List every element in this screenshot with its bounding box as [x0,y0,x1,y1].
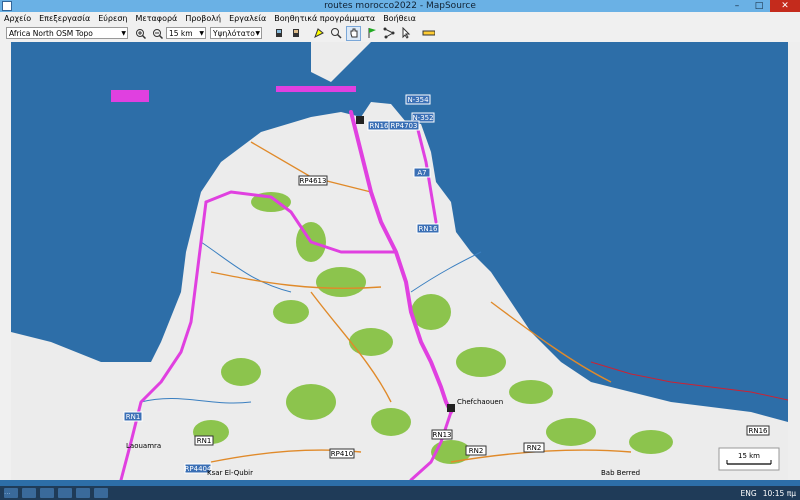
taskbar-app-icon[interactable] [22,488,36,498]
map-view[interactable]: N-354 N-352 RN16 RP4703 RP4613 A7 RN16 R… [11,42,788,480]
receive-from-device-icon[interactable] [272,27,285,40]
road-shield: RN2 [465,445,487,456]
road-shield: RP410 [329,448,355,459]
toolbar: Africa North OSM Topo ▼ 15 km ▼ Υψηλότατ… [0,24,800,43]
left-panel-edge [0,42,11,480]
svg-text:RN1: RN1 [126,413,141,421]
svg-text:RN16: RN16 [418,225,438,233]
map-product-value: Africa North OSM Topo [9,29,93,38]
taskbar-app-icon[interactable] [94,488,108,498]
road-shield: RN1 [194,435,214,446]
menu-bar: Αρχείο Επεξεργασία Εύρεση Μεταφορά Προβο… [0,12,800,24]
road-shield: N-354 [405,94,431,105]
waypoint-flag-icon[interactable] [447,404,455,412]
svg-text:RN13: RN13 [432,431,451,439]
clock[interactable]: 10:15 πμ [763,489,796,498]
vertical-scrollbar[interactable] [788,42,800,480]
taskbar-app-icon[interactable] [58,488,72,498]
menu-transfer[interactable]: Μεταφορά [131,14,181,23]
menu-find[interactable]: Εύρεση [94,14,131,23]
svg-text:15 km: 15 km [738,452,760,460]
chevron-down-icon: ▼ [255,30,260,37]
map-product-select[interactable]: Africa North OSM Topo ▼ [6,27,128,39]
road-shield: RN16 [746,425,770,436]
close-button[interactable]: ✕ [770,0,800,12]
svg-text:N-354: N-354 [407,96,429,104]
road-shield: RN13 [431,429,453,440]
svg-text:RN16: RN16 [748,427,768,435]
road-shield: RN16 [367,120,391,131]
zoom-in-icon[interactable] [134,27,147,40]
svg-text:RP410: RP410 [331,450,353,458]
svg-text:A7: A7 [417,169,426,177]
menu-utilities[interactable]: Βοηθητικά προγράμματα [270,14,379,23]
taskbar [0,486,800,500]
scale-select[interactable]: 15 km ▼ [166,27,206,39]
place-label: Ksar El-Qubir [207,469,253,477]
title-bar: routes morocco2022 - MapSource – □ ✕ [0,0,800,12]
scale-bar: 15 km [718,447,780,471]
route-tool-icon[interactable] [382,27,395,40]
road-shield: RP4703 [388,120,420,131]
zoom-tool-icon[interactable] [329,27,342,40]
road-shield: RN1 [123,411,143,422]
svg-text:RN2: RN2 [527,444,542,452]
menu-help[interactable]: Βοήθεια [379,14,420,23]
svg-text:RN1: RN1 [197,437,212,445]
map-canvas: N-354 N-352 RN16 RP4703 RP4613 A7 RN16 R… [11,42,788,480]
svg-text:RN16: RN16 [369,122,389,130]
magenta-area [111,90,149,102]
select-arrow-icon[interactable] [399,27,412,40]
chevron-down-icon: ▼ [199,30,204,37]
map-select-tool-icon[interactable] [312,27,325,40]
magenta-ferry [276,86,356,92]
detail-value: Υψηλότατο [213,29,255,38]
road-shield: RN16 [416,223,440,234]
menu-view[interactable]: Προβολή [181,14,225,23]
menu-tools[interactable]: Εργαλεία [225,14,270,23]
waypoint-flag-icon[interactable] [356,116,364,124]
place-label: Chefchaouen [457,398,503,406]
minimize-button[interactable]: – [726,0,748,12]
chevron-down-icon: ▼ [121,30,126,37]
svg-text:RP4613: RP4613 [300,177,327,185]
taskbar-app-icon[interactable] [76,488,90,498]
road-shield: RP4613 [298,175,328,186]
scale-value: 15 km [169,29,193,38]
place-label: Bab Berred [601,469,640,477]
window-title: routes morocco2022 - MapSource [324,1,476,11]
pan-hand-icon[interactable] [346,25,361,41]
menu-file[interactable]: Αρχείο [0,14,35,23]
measure-ruler-icon[interactable] [422,27,435,40]
language-indicator[interactable]: ENG [741,489,757,498]
detail-select[interactable]: Υψηλότατο ▼ [210,27,262,39]
maximize-button[interactable]: □ [748,0,770,12]
svg-text:RN2: RN2 [469,447,484,455]
place-label: Laouamra [126,442,161,450]
waypoint-flag-icon[interactable] [365,27,378,40]
menu-edit[interactable]: Επεξεργασία [35,14,94,23]
svg-text:RP4703: RP4703 [391,122,418,130]
taskbar-app-icon[interactable] [40,488,54,498]
road-shield: A7 [413,167,431,178]
zoom-out-icon[interactable] [151,27,164,40]
road-shield: RN2 [523,442,545,453]
send-to-device-icon[interactable] [289,27,302,40]
system-tray: ENG 10:15 πμ [735,486,796,500]
status-text: ... [4,488,11,496]
